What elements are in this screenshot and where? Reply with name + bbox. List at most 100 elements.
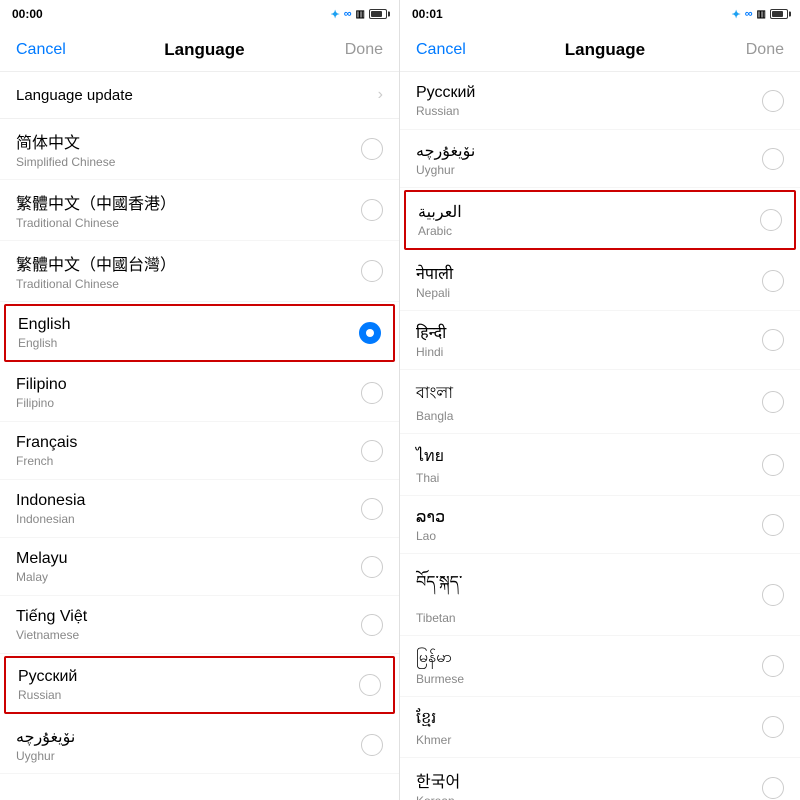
lang-native: Filipino — [16, 396, 361, 410]
list-item[interactable]: မြန်မာ Burmese — [400, 636, 800, 697]
lang-native: Lao — [416, 529, 762, 543]
list-item-arabic[interactable]: العربية Arabic — [404, 190, 796, 250]
left-done-button[interactable]: Done — [343, 41, 383, 59]
radio-button[interactable] — [762, 329, 784, 351]
radio-button[interactable] — [361, 138, 383, 160]
list-item[interactable]: نۆيغۇرچە Uyghur — [0, 716, 399, 774]
lang-name: བོད་སྐད་ — [416, 564, 762, 609]
lang-native: Malay — [16, 570, 361, 584]
lang-name: Tiếng Việt — [16, 608, 361, 626]
lang-native: Bangla — [416, 409, 762, 423]
list-item[interactable]: Filipino Filipino — [0, 364, 399, 422]
lang-native: Vietnamese — [16, 628, 361, 642]
radio-button[interactable] — [361, 498, 383, 520]
list-item[interactable]: ไทย Thai — [400, 434, 800, 496]
lang-name: বাংলা — [416, 380, 762, 407]
lang-name: نۆيغۇرچە — [416, 141, 762, 161]
radio-button[interactable] — [762, 514, 784, 536]
lang-native: Thai — [416, 471, 762, 485]
lang-name: မြန်မာ — [416, 646, 762, 670]
list-item[interactable]: 한국어 Korean — [400, 758, 800, 800]
left-panel: 00:00 ✦ ∞ ▥ Cancel Language Done Languag… — [0, 0, 400, 800]
list-item[interactable]: বাংলা Bangla — [400, 370, 800, 434]
list-item[interactable]: Melayu Malay — [0, 538, 399, 596]
right-page-title: Language — [466, 40, 744, 60]
radio-button[interactable] — [762, 716, 784, 738]
left-page-title: Language — [66, 40, 343, 60]
lang-name: العربية — [418, 202, 760, 222]
left-language-list: Language update › 简体中文 Simplified Chines… — [0, 72, 399, 800]
lang-name: Indonesia — [16, 492, 361, 510]
right-status-bar: 00:01 ✦ ∞ ▥ — [400, 0, 800, 28]
list-item[interactable]: 繁體中文（中國台灣） Traditional Chinese — [0, 241, 399, 302]
radio-button[interactable] — [361, 734, 383, 756]
radio-button[interactable] — [762, 391, 784, 413]
radio-button[interactable] — [762, 584, 784, 606]
lang-name: हिन्दी — [416, 321, 762, 343]
list-item-english[interactable]: English English — [4, 304, 395, 362]
lang-native: Uyghur — [16, 749, 361, 763]
radio-button[interactable] — [760, 209, 782, 231]
radio-button[interactable] — [762, 270, 784, 292]
radio-button[interactable] — [762, 655, 784, 677]
list-item[interactable]: नेपाली Nepali — [400, 252, 800, 311]
left-cancel-button[interactable]: Cancel — [16, 41, 66, 59]
radio-button[interactable] — [762, 90, 784, 112]
lang-native: Nepali — [416, 286, 762, 300]
chevron-right-icon: › — [378, 86, 383, 104]
lang-native: Arabic — [418, 224, 760, 238]
left-status-bar: 00:00 ✦ ∞ ▥ — [0, 0, 399, 28]
lang-name: नेपाली — [416, 262, 762, 284]
list-item[interactable]: हिन्दी Hindi — [400, 311, 800, 370]
radio-button[interactable] — [359, 674, 381, 696]
radio-button[interactable] — [762, 454, 784, 476]
radio-button-selected[interactable] — [359, 322, 381, 344]
lang-native: Korean — [416, 794, 762, 800]
right-status-icon-loop: ∞ — [745, 8, 753, 20]
radio-button[interactable] — [361, 382, 383, 404]
list-item[interactable]: نۆيغۇرچە Uyghur — [400, 130, 800, 188]
right-cancel-button[interactable]: Cancel — [416, 41, 466, 59]
left-top-nav: Cancel Language Done — [0, 28, 399, 72]
list-item[interactable]: Русский Russian — [400, 72, 800, 130]
lang-native: Traditional Chinese — [16, 216, 361, 230]
lang-name: ไทย — [416, 444, 762, 469]
list-item[interactable]: 繁體中文（中國香港） Traditional Chinese — [0, 180, 399, 241]
language-update-item[interactable]: Language update › — [0, 72, 399, 119]
list-item[interactable]: Indonesia Indonesian — [0, 480, 399, 538]
radio-button[interactable] — [361, 199, 383, 221]
lang-native: Russian — [18, 688, 359, 702]
radio-button[interactable] — [361, 260, 383, 282]
lang-name: 简体中文 — [16, 129, 361, 153]
lang-name: Melayu — [16, 550, 361, 568]
lang-name: ខ្មែរ — [416, 707, 762, 731]
radio-button[interactable] — [361, 440, 383, 462]
list-item[interactable]: ខ្មែរ Khmer — [400, 697, 800, 758]
right-status-icons: ✦ ∞ ▥ — [731, 8, 788, 21]
lang-native: Uyghur — [416, 163, 762, 177]
right-time: 00:01 — [412, 7, 731, 21]
list-item[interactable]: བོད་སྐད་ Tibetan — [400, 554, 800, 636]
lang-native: Russian — [416, 104, 762, 118]
list-item[interactable]: ລາວ Lao — [400, 496, 800, 554]
lang-name: 한국어 — [416, 768, 762, 792]
right-panel: 00:01 ✦ ∞ ▥ Cancel Language Done Русский… — [400, 0, 800, 800]
lang-native: Simplified Chinese — [16, 155, 361, 169]
right-done-button[interactable]: Done — [744, 41, 784, 59]
lang-native: Hindi — [416, 345, 762, 359]
radio-button[interactable] — [361, 614, 383, 636]
radio-button[interactable] — [361, 556, 383, 578]
lang-name: Français — [16, 434, 361, 452]
left-sim-icon: ▥ — [356, 9, 365, 20]
lang-native: French — [16, 454, 361, 468]
left-status-icon-loop: ∞ — [344, 8, 352, 20]
list-item-russian[interactable]: Русский Russian — [4, 656, 395, 714]
list-item[interactable]: 简体中文 Simplified Chinese — [0, 119, 399, 180]
lang-name: 繁體中文（中國台灣） — [16, 251, 361, 275]
right-top-nav: Cancel Language Done — [400, 28, 800, 72]
radio-button[interactable] — [762, 777, 784, 799]
radio-button[interactable] — [762, 148, 784, 170]
list-item[interactable]: Français French — [0, 422, 399, 480]
left-status-icon-t: ✦ — [330, 8, 339, 21]
list-item[interactable]: Tiếng Việt Vietnamese — [0, 596, 399, 654]
